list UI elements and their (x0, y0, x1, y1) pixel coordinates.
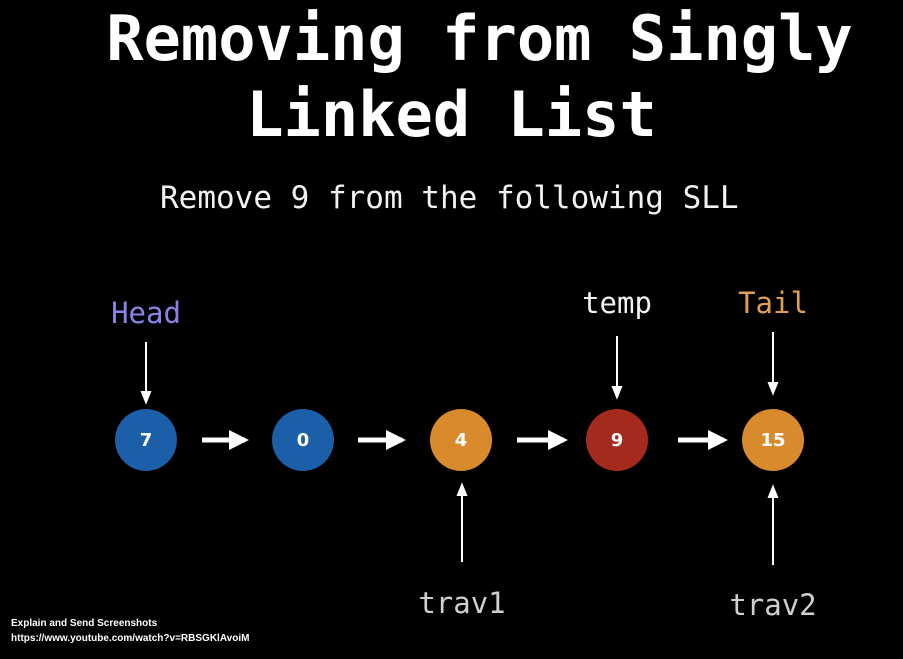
node-15: 15 (742, 409, 804, 471)
footer-line-2: https://www.youtube.com/watch?v=RBSGKlAv… (11, 633, 250, 644)
node-9: 9 (586, 409, 648, 471)
node-7: 7 (115, 409, 177, 471)
footer-line-1: Explain and Send Screenshots (11, 618, 158, 629)
node-0: 0 (272, 409, 334, 471)
node-4: 4 (430, 409, 492, 471)
arrows-layer (140, 332, 779, 565)
